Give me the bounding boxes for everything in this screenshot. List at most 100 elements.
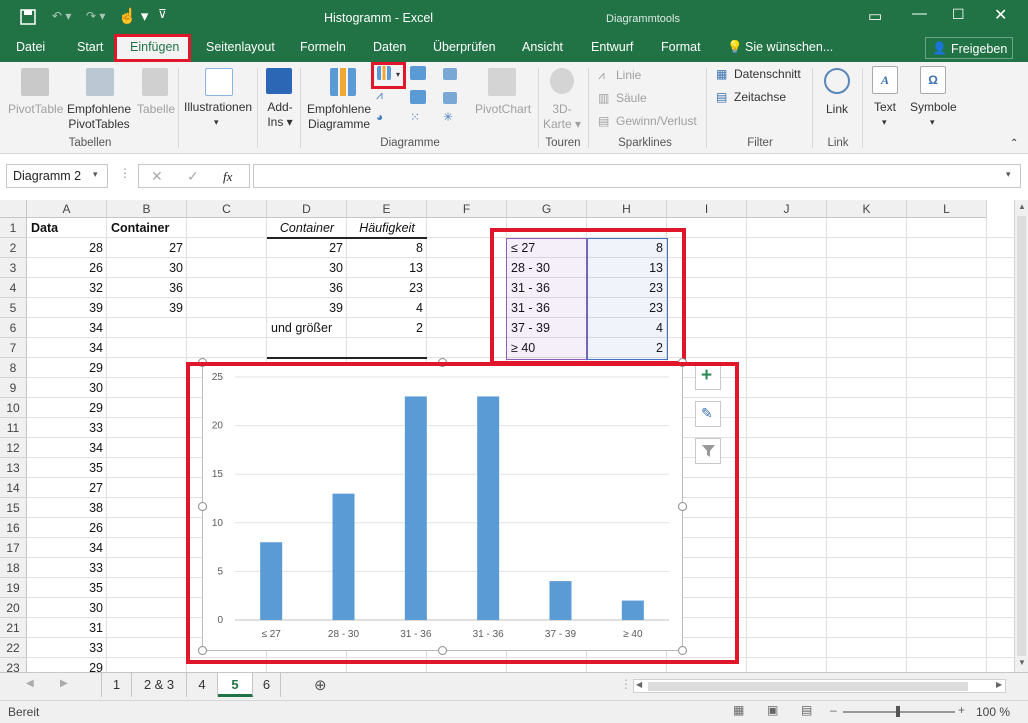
minimize-button[interactable]: —: [912, 5, 927, 22]
row-header[interactable]: 4: [0, 278, 27, 298]
customize-qat-icon[interactable]: ⊽: [158, 7, 167, 21]
scroll-thumb[interactable]: [1017, 216, 1026, 656]
column-header[interactable]: F: [427, 200, 507, 218]
row-header[interactable]: 17: [0, 538, 27, 558]
sparkline-column-button[interactable]: Säule: [616, 91, 647, 106]
insert-statistic-chart-icon[interactable]: [410, 90, 426, 104]
column-header[interactable]: A: [27, 200, 107, 218]
insert-hierarchy-chart-icon[interactable]: [410, 66, 426, 80]
cell-b4[interactable]: 36: [107, 278, 187, 298]
enter-icon[interactable]: ✓: [187, 168, 199, 185]
tab-ansicht[interactable]: Ansicht: [522, 40, 563, 54]
normal-view-icon[interactable]: ▦: [733, 703, 744, 717]
tab-entwurf[interactable]: Entwurf: [591, 40, 633, 54]
sparkline-line-button[interactable]: Linie: [616, 68, 641, 83]
insert-function-icon[interactable]: fx: [223, 169, 232, 185]
row-header[interactable]: 18: [0, 558, 27, 578]
scroll-left-icon[interactable]: ◀: [636, 680, 642, 689]
cell-a4[interactable]: 32: [27, 278, 107, 298]
cell-e6[interactable]: 2: [347, 318, 427, 338]
row-header[interactable]: 19: [0, 578, 27, 598]
column-header[interactable]: E: [347, 200, 427, 218]
row-header[interactable]: 23: [0, 658, 27, 672]
sheet-tab[interactable]: 1: [101, 673, 132, 697]
cell-a7[interactable]: 34: [27, 338, 107, 358]
cell-d4[interactable]: 36: [267, 278, 347, 298]
page-layout-icon[interactable]: ▣: [767, 703, 778, 717]
scroll-down-icon[interactable]: ▼: [1018, 658, 1026, 667]
horizontal-scrollbar[interactable]: ◀ ▶: [633, 679, 1006, 693]
tab-ueberpruefen[interactable]: Überprüfen: [433, 40, 496, 54]
cell-a21[interactable]: 31: [27, 618, 107, 638]
row-header[interactable]: 1: [0, 218, 27, 238]
insert-scatter-chart-icon[interactable]: ⁙: [410, 110, 420, 125]
slicer-button[interactable]: Datenschnitt: [734, 67, 801, 82]
save-icon[interactable]: [20, 9, 36, 25]
column-header[interactable]: B: [107, 200, 187, 218]
select-all-corner[interactable]: [0, 200, 27, 218]
addins-button[interactable]: Add- Ins ▾: [260, 100, 300, 130]
prev-sheet-icon[interactable]: ◀: [26, 678, 34, 689]
3d-map-button[interactable]: 3D- Karte ▾: [542, 102, 582, 132]
row-header[interactable]: 21: [0, 618, 27, 638]
row-header[interactable]: 8: [0, 358, 27, 378]
tab-start[interactable]: Start: [77, 40, 103, 54]
vertical-scrollbar[interactable]: ▲ ▼: [1014, 200, 1028, 672]
pivotchart-button[interactable]: PivotChart: [475, 102, 531, 117]
share-button[interactable]: 👤 Freigeben: [925, 37, 1013, 59]
row-header[interactable]: 11: [0, 418, 27, 438]
link-button[interactable]: Link: [826, 102, 848, 117]
cell-a23[interactable]: 29: [27, 658, 107, 672]
cell-e4[interactable]: 23: [347, 278, 427, 298]
next-sheet-icon[interactable]: ▶: [60, 678, 68, 689]
row-header[interactable]: 15: [0, 498, 27, 518]
column-header[interactable]: G: [507, 200, 587, 218]
name-box[interactable]: Diagramm 2 ▾: [6, 164, 108, 188]
split-icon[interactable]: ⋮: [620, 677, 632, 691]
cell-a6[interactable]: 34: [27, 318, 107, 338]
hscroll-thumb[interactable]: [648, 682, 968, 691]
row-header[interactable]: 16: [0, 518, 27, 538]
illustrations-button[interactable]: Illustrationen: [184, 100, 252, 115]
cell-a12[interactable]: 34: [27, 438, 107, 458]
row-header[interactable]: 5: [0, 298, 27, 318]
cell-a2[interactable]: 28: [27, 238, 107, 258]
row-header[interactable]: 7: [0, 338, 27, 358]
row-header[interactable]: 14: [0, 478, 27, 498]
row-header[interactable]: 22: [0, 638, 27, 658]
cell-a14[interactable]: 27: [27, 478, 107, 498]
cell-a8[interactable]: 29: [27, 358, 107, 378]
tab-daten[interactable]: Daten: [373, 40, 406, 54]
ribbon-display-icon[interactable]: ▭: [868, 7, 882, 25]
timeline-button[interactable]: Zeitachse: [734, 90, 786, 105]
symbols-button[interactable]: Symbole: [910, 100, 957, 115]
row-header[interactable]: 20: [0, 598, 27, 618]
row-header[interactable]: 10: [0, 398, 27, 418]
row-header[interactable]: 12: [0, 438, 27, 458]
cell-d3[interactable]: 30: [267, 258, 347, 278]
column-header[interactable]: J: [747, 200, 827, 218]
cell-a22[interactable]: 33: [27, 638, 107, 658]
cell-a5[interactable]: 39: [27, 298, 107, 318]
cell-a16[interactable]: 26: [27, 518, 107, 538]
insert-pie-chart-icon[interactable]: ◕: [376, 110, 383, 125]
cell-a15[interactable]: 38: [27, 498, 107, 518]
collapse-ribbon-icon[interactable]: ⌃: [1010, 136, 1018, 151]
cell-a11[interactable]: 33: [27, 418, 107, 438]
column-header[interactable]: C: [187, 200, 267, 218]
sparkline-winloss-button[interactable]: Gewinn/Verlust: [616, 114, 697, 129]
cell-b3[interactable]: 30: [107, 258, 187, 278]
close-button[interactable]: ✕: [994, 5, 1007, 25]
insert-line-chart-icon[interactable]: ⩘: [376, 88, 383, 103]
cell-b2[interactable]: 27: [107, 238, 187, 258]
tab-formeln[interactable]: Formeln: [300, 40, 346, 54]
column-header[interactable]: D: [267, 200, 347, 218]
cell-d1[interactable]: Container: [267, 218, 347, 238]
table-button[interactable]: Tabelle: [137, 102, 175, 117]
cell-d6[interactable]: und größer: [267, 318, 347, 338]
chevron-down-icon[interactable]: ▾: [1006, 169, 1011, 180]
cell-d2[interactable]: 27: [267, 238, 347, 258]
page-break-icon[interactable]: ▤: [801, 703, 812, 717]
cell-a18[interactable]: 33: [27, 558, 107, 578]
row-header[interactable]: 3: [0, 258, 27, 278]
